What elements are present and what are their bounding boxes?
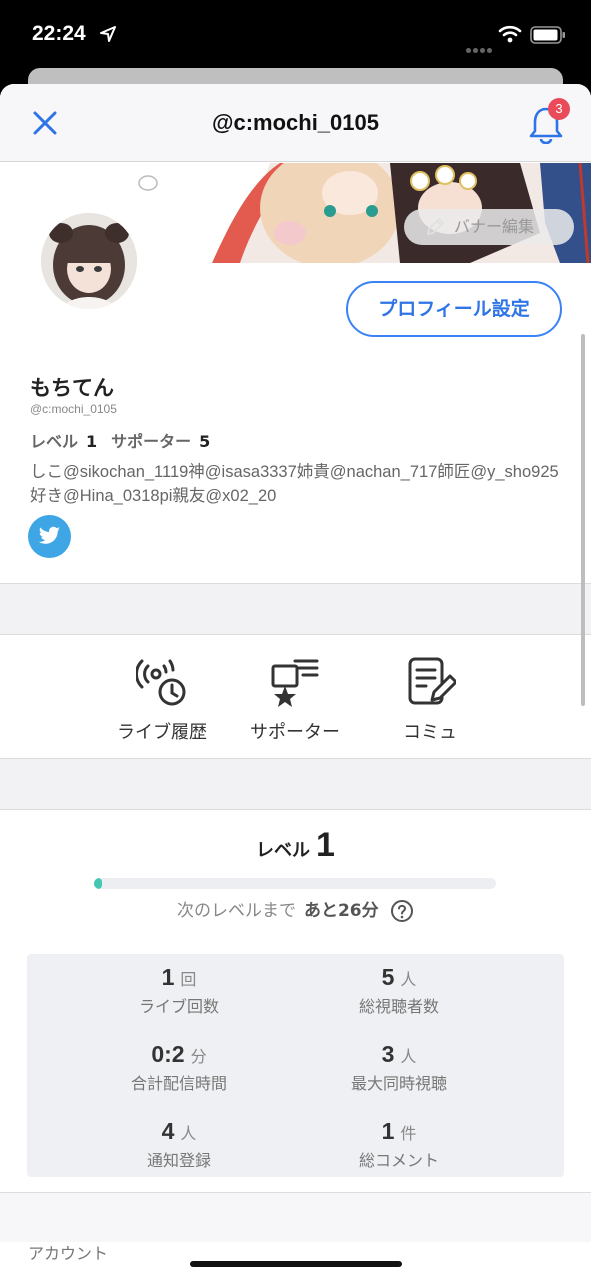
stat-value: 5	[381, 964, 395, 990]
twitter-icon	[38, 526, 61, 544]
home-indicator[interactable]	[190, 1261, 402, 1267]
section-spacer	[0, 1192, 591, 1242]
battery-icon	[530, 26, 565, 44]
level-label: レベル	[30, 432, 79, 451]
twitter-link-button[interactable]	[28, 515, 71, 558]
display-name: もちてん	[30, 376, 114, 400]
banner-edit-button[interactable]: バナー編集	[404, 209, 574, 245]
level-heading-value: 1	[316, 826, 335, 864]
stat-value: 4	[161, 1118, 175, 1144]
stat-name: 総視聴者数	[358, 997, 439, 1016]
stat-unit: 回	[180, 970, 197, 989]
scrollbar[interactable]	[581, 334, 585, 706]
menu-live-history[interactable]: ライブ履歴	[92, 656, 232, 744]
stat-unit: 件	[400, 1124, 417, 1143]
level-supporter-row: レベル 1 サポーター 5	[30, 428, 224, 452]
profile-sheet: @c:mochi_0105 3 バナー編集 プロフィール設定 もちてん @c:m…	[0, 84, 591, 1280]
avatar-image	[41, 213, 137, 309]
supporter-label[interactable]: サポーター	[111, 432, 191, 451]
level-heading: レベル 1	[0, 826, 591, 865]
stat-unit: 分	[190, 1047, 207, 1066]
next-level-info: 次のレベルまで あと26分	[0, 896, 591, 923]
stats-panel: 1回 ライブ回数 5人 総視聴者数 0:2 分 合計配信時間 3人 最大同時視聴 …	[27, 954, 564, 1177]
section-spacer	[0, 758, 591, 810]
location-arrow-icon	[100, 26, 116, 42]
menu-community[interactable]: コミュ	[360, 656, 500, 744]
menu-community-label: コミュ	[403, 722, 457, 743]
notification-badge: 3	[548, 98, 570, 120]
next-level-prefix: 次のレベルまで	[176, 901, 296, 921]
level-progress-bar	[94, 878, 496, 889]
level-heading-label: レベル	[256, 840, 311, 861]
stat-value: 0:2	[151, 1041, 185, 1067]
page-title: @c:mochi_0105	[212, 110, 379, 135]
cellular-signal-icon	[466, 38, 494, 57]
profile-bio: しこ@sikochan_1119神@isasa3337姉貴@nachan_717…	[30, 463, 559, 505]
stat-value: 1	[161, 964, 175, 990]
supporter-icon	[271, 659, 319, 707]
section-spacer	[0, 583, 591, 635]
live-history-icon	[135, 659, 186, 706]
stat-unit: 人	[180, 1124, 197, 1143]
stat-max-concurrent: 3人 最大同時視聴	[265, 1041, 533, 1094]
avatar[interactable]	[38, 210, 140, 312]
menu-supporter-label: サポーター	[250, 722, 340, 743]
status-bar: 22:24	[0, 0, 591, 70]
level-value: 1	[86, 432, 98, 451]
help-icon[interactable]	[390, 899, 414, 923]
banner-edit-label: バナー編集	[454, 217, 535, 236]
level-progress-fill	[94, 878, 103, 889]
menu-live-history-label: ライブ履歴	[117, 722, 207, 743]
user-handle: @c:mochi_0105	[30, 402, 117, 416]
stat-total-viewers: 5人 総視聴者数	[265, 964, 533, 1017]
stat-unit: 人	[400, 970, 417, 989]
status-time: 22:24	[32, 22, 86, 45]
profile-settings-button[interactable]: プロフィール設定	[346, 281, 562, 337]
nav-bar: @c:mochi_0105 3	[0, 84, 591, 162]
stat-name: 総コメント	[358, 1151, 439, 1170]
community-icon	[408, 657, 458, 705]
next-level-value: あと26分	[303, 901, 379, 921]
supporter-value[interactable]: 5	[199, 432, 210, 451]
wifi-icon	[498, 25, 522, 43]
stat-value: 1	[381, 1118, 395, 1144]
menu-supporter[interactable]: サポーター	[225, 656, 365, 744]
account-section-label: アカウント	[28, 1244, 109, 1263]
stat-value: 3	[381, 1041, 395, 1067]
stat-total-comments: 1件 総コメント	[265, 1118, 533, 1171]
stat-unit: 人	[400, 1047, 417, 1066]
stat-name: 最大同時視聴	[350, 1074, 447, 1093]
